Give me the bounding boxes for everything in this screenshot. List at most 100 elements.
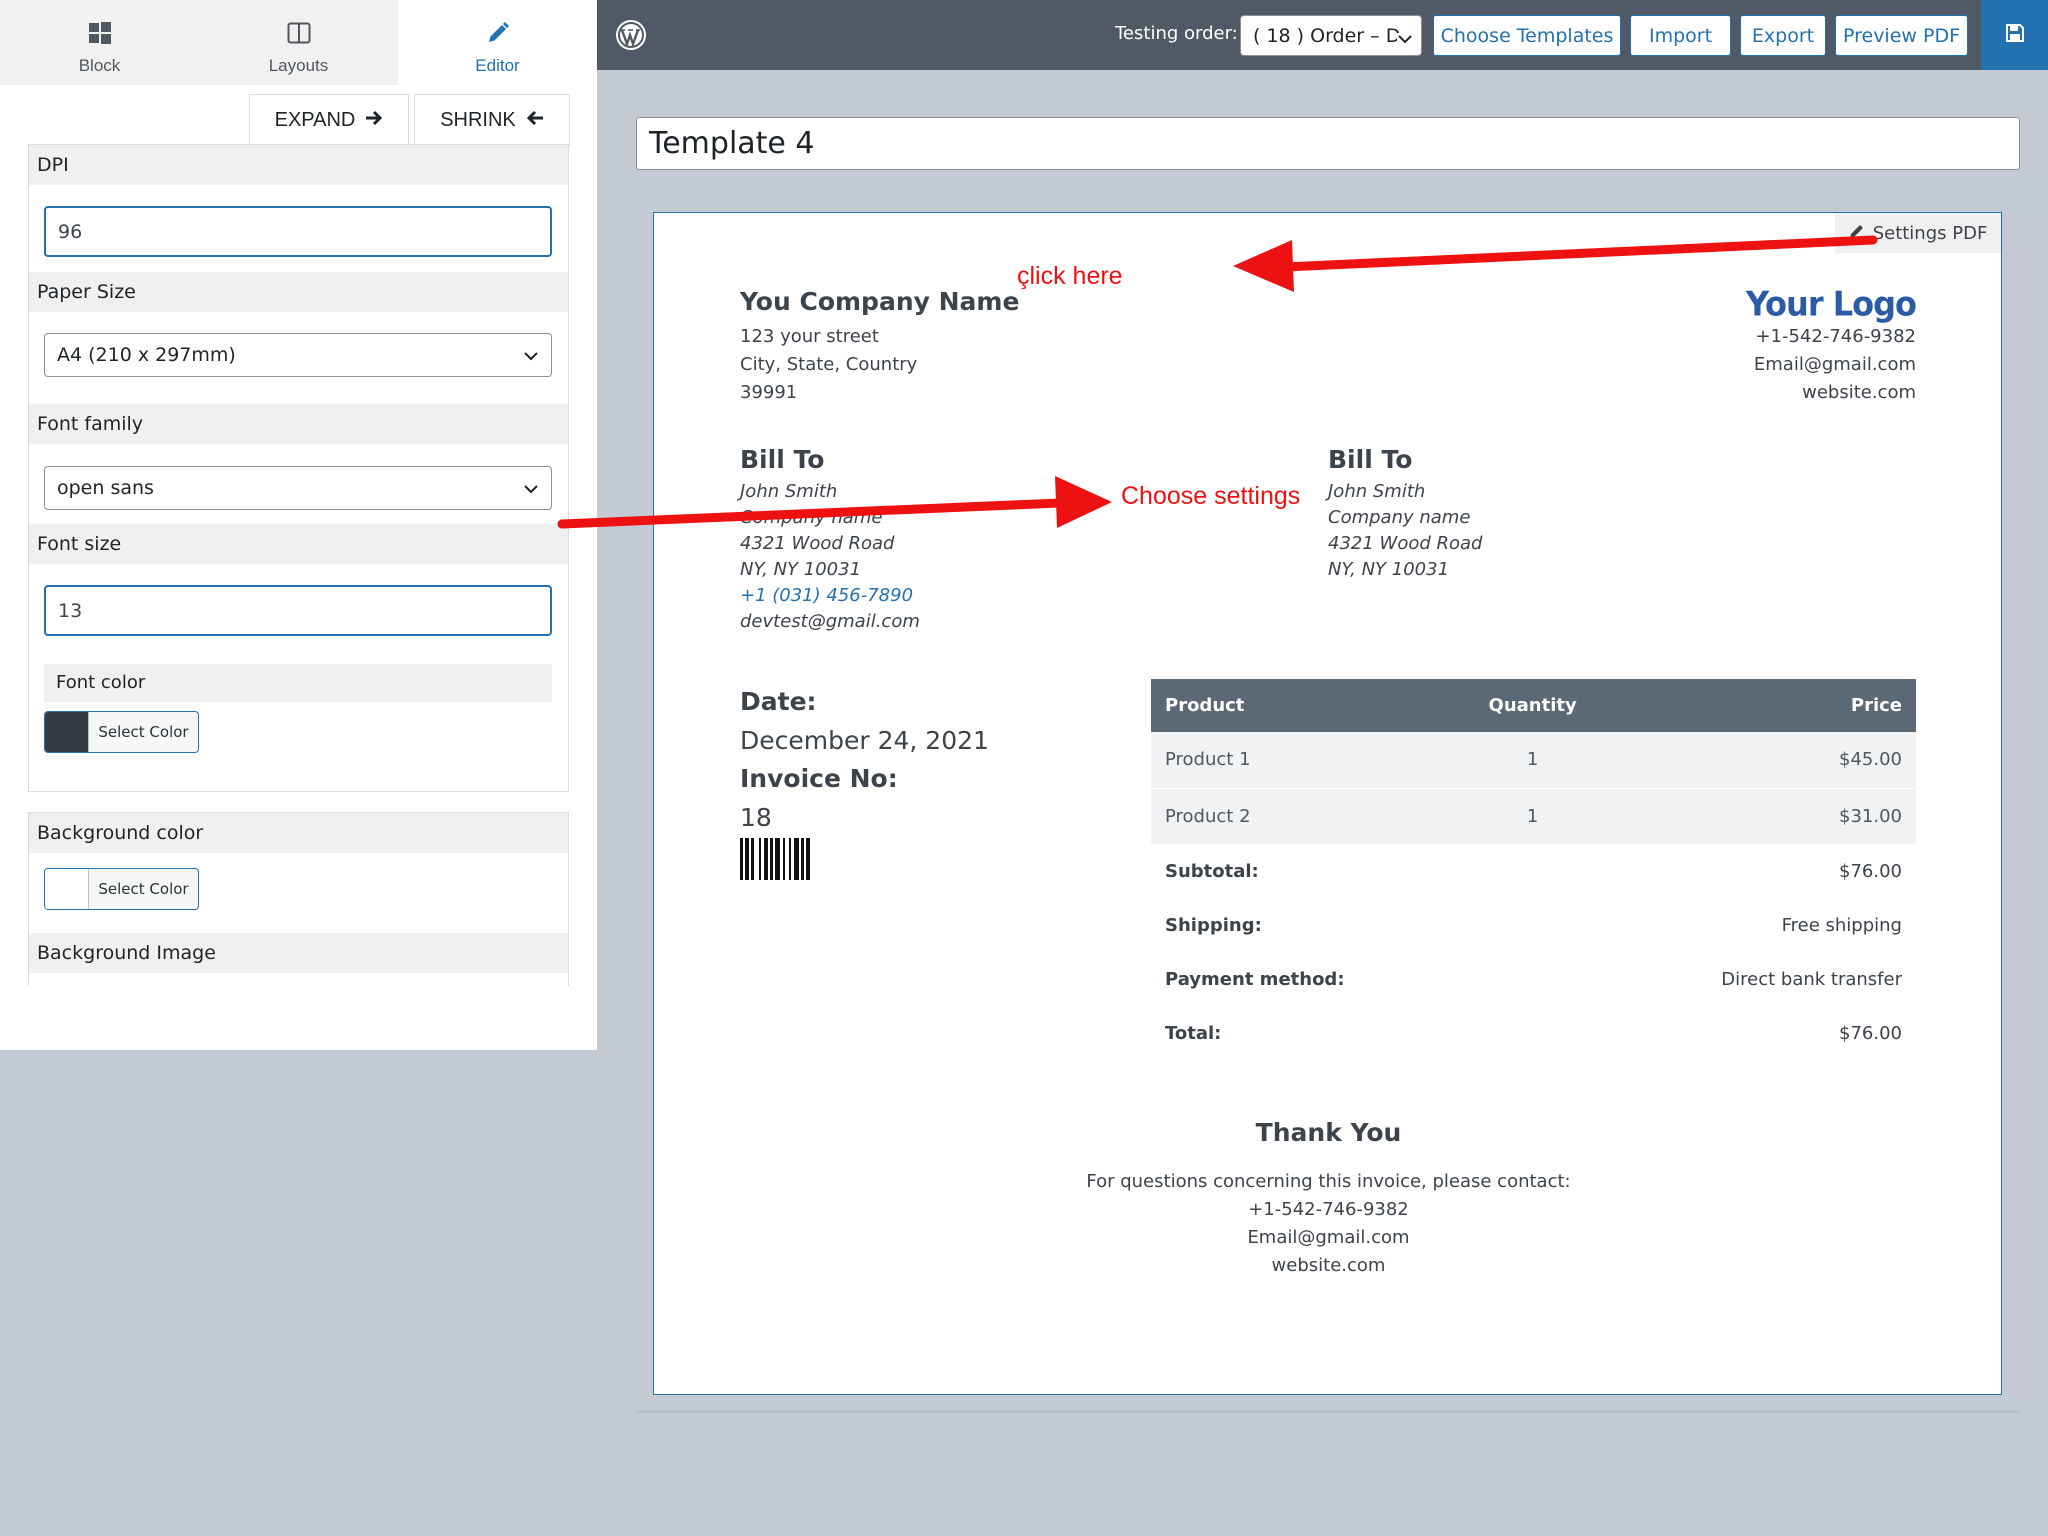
total-label: Total: xyxy=(1165,1022,1222,1044)
table-row: Product 1 1 $45.00 xyxy=(1151,732,1916,789)
tab-layouts-label: Layouts xyxy=(268,56,329,75)
footer-email: Email@gmail.com xyxy=(1247,1227,1410,1248)
export-button[interactable]: Export xyxy=(1740,15,1826,56)
bill-to-city: NY, NY 10031 xyxy=(740,559,862,580)
expand-button[interactable]: EXPAND xyxy=(249,94,409,146)
total-value: Direct bank transfer xyxy=(1721,968,1902,990)
bill-to-2-name: John Smith xyxy=(1328,481,1426,502)
total-row: Shipping: Free shipping xyxy=(1151,898,1916,952)
bill-to-phone-link[interactable]: +1 (031) 456-7890 xyxy=(740,583,913,609)
column-header-product: Product xyxy=(1151,679,1450,732)
company-name: You Company Name xyxy=(740,287,1020,316)
bill-to-name: John Smith xyxy=(740,481,838,502)
tab-layouts[interactable]: Layouts xyxy=(199,0,398,85)
template-title-input[interactable]: Template 4 xyxy=(636,117,2020,170)
column-header-price: Price xyxy=(1616,679,1916,732)
preview-pdf-button[interactable]: Preview PDF xyxy=(1835,15,1968,56)
bill-to-heading: Bill To xyxy=(740,445,825,474)
paper-size-select[interactable]: A4 (210 x 297mm) xyxy=(44,333,552,377)
company-zip: 39991 xyxy=(740,382,798,403)
contact-email: Email@gmail.com xyxy=(1753,354,1916,375)
table-row: Product 2 1 $31.00 xyxy=(1151,788,1916,845)
barcode-bar xyxy=(770,838,773,880)
company-logo: Your Logo xyxy=(1745,284,1917,324)
annotation-choose-settings: Choose settings xyxy=(1121,482,1301,510)
barcode-bar xyxy=(806,838,810,880)
expand-label: EXPAND xyxy=(274,109,356,131)
bill-to-heading-2: Bill To xyxy=(1328,445,1413,474)
order-value: ( 18 ) Order – D xyxy=(1253,24,1401,47)
chevron-down-icon xyxy=(523,344,539,366)
settings-pdf-label: Settings PDF xyxy=(1872,222,1988,244)
date-label: Date: xyxy=(740,687,817,716)
barcode-bar xyxy=(794,838,799,880)
column-header-quantity: Quantity xyxy=(1449,679,1617,732)
product-name: Product 2 xyxy=(1151,788,1450,845)
pencil-icon xyxy=(1849,223,1865,244)
total-label: Payment method: xyxy=(1165,968,1345,990)
font-color-label: Font color xyxy=(44,664,552,702)
product-qty: 1 xyxy=(1449,788,1617,845)
bg-image-label: Background Image xyxy=(29,933,568,973)
windows-icon xyxy=(88,20,112,46)
tab-editor[interactable]: Editor xyxy=(398,0,597,85)
panel-tabs: Block Layouts Editor xyxy=(0,0,597,85)
chevron-down-icon xyxy=(1397,28,1413,50)
annotation-click-here: çlick here xyxy=(1017,262,1123,290)
paper-size-label: Paper Size xyxy=(29,272,568,312)
barcode-bar xyxy=(789,838,791,880)
tab-block[interactable]: Block xyxy=(0,0,199,85)
font-family-label: Font family xyxy=(29,404,568,444)
general-settings: DPI 96 Paper Size A4 (210 x 297mm) Font … xyxy=(28,144,569,792)
total-row: Payment method: Direct bank transfer xyxy=(1151,952,1916,1006)
font-family-value: open sans xyxy=(57,477,154,499)
paper-size-value: A4 (210 x 297mm) xyxy=(57,344,236,366)
bill-to-2-city: NY, NY 10031 xyxy=(1328,559,1450,580)
dpi-label: DPI xyxy=(29,145,568,185)
total-value: $76.00 xyxy=(1839,1022,1902,1044)
date-value: December 24, 2021 xyxy=(740,726,989,755)
shrink-button[interactable]: SHRINK xyxy=(414,94,570,146)
invoice-shadow xyxy=(636,1410,2020,1413)
wordpress-logo-icon[interactable] xyxy=(615,19,647,56)
invoice-no-value: 18 xyxy=(740,803,772,832)
layout-icon xyxy=(287,20,311,46)
font-color-swatch xyxy=(45,712,89,752)
footer-phone: +1-542-746-9382 xyxy=(1248,1199,1409,1220)
sidebar-panel: Block Layouts Editor EXPAND SHRINK DPI 9… xyxy=(0,0,597,1050)
settings-pdf-button[interactable]: Settings PDF xyxy=(1835,213,2001,253)
invoice-preview[interactable]: Settings PDF You Company Name 123 your s… xyxy=(653,212,2002,1395)
thank-you-heading: Thank You xyxy=(1255,1118,1402,1147)
company-street: 123 your street xyxy=(740,326,879,347)
font-size-input[interactable]: 13 xyxy=(44,585,552,636)
barcode-bar xyxy=(775,838,780,880)
bg-color-button-label: Select Color xyxy=(98,880,189,898)
tab-editor-label: Editor xyxy=(475,56,520,75)
background-settings: Background color Select Color Background… xyxy=(28,812,569,986)
save-button[interactable] xyxy=(1981,0,2048,70)
company-city: City, State, Country xyxy=(740,354,918,375)
barcode-bar xyxy=(783,838,785,880)
contact-website: website.com xyxy=(1802,382,1916,403)
barcode-bar xyxy=(745,838,749,880)
barcode-bar xyxy=(759,838,761,880)
contact-phone: +1-542-746-9382 xyxy=(1755,326,1916,347)
testing-order-select[interactable]: ( 18 ) Order – D xyxy=(1240,15,1422,56)
bg-color-button[interactable]: Select Color xyxy=(44,868,199,910)
bill-to-2-company: Company name xyxy=(1328,507,1471,528)
bg-color-label: Background color xyxy=(29,813,568,853)
product-qty: 1 xyxy=(1449,732,1617,789)
bill-to-street: 4321 Wood Road xyxy=(740,533,895,554)
products-table: Product Quantity Price Product 1 1 $45.0… xyxy=(1151,679,1916,1060)
font-size-label: Font size xyxy=(29,524,568,564)
dpi-input[interactable]: 96 xyxy=(44,206,552,257)
total-label: Subtotal: xyxy=(1165,860,1259,882)
font-family-select[interactable]: open sans xyxy=(44,466,552,510)
barcode-icon xyxy=(740,838,904,884)
choose-templates-button[interactable]: Choose Templates xyxy=(1433,15,1621,56)
save-icon xyxy=(2005,23,2025,48)
import-button[interactable]: Import xyxy=(1630,15,1731,56)
product-price: $31.00 xyxy=(1616,788,1916,845)
barcode-bar xyxy=(740,838,743,880)
font-color-button[interactable]: Select Color xyxy=(44,711,199,753)
